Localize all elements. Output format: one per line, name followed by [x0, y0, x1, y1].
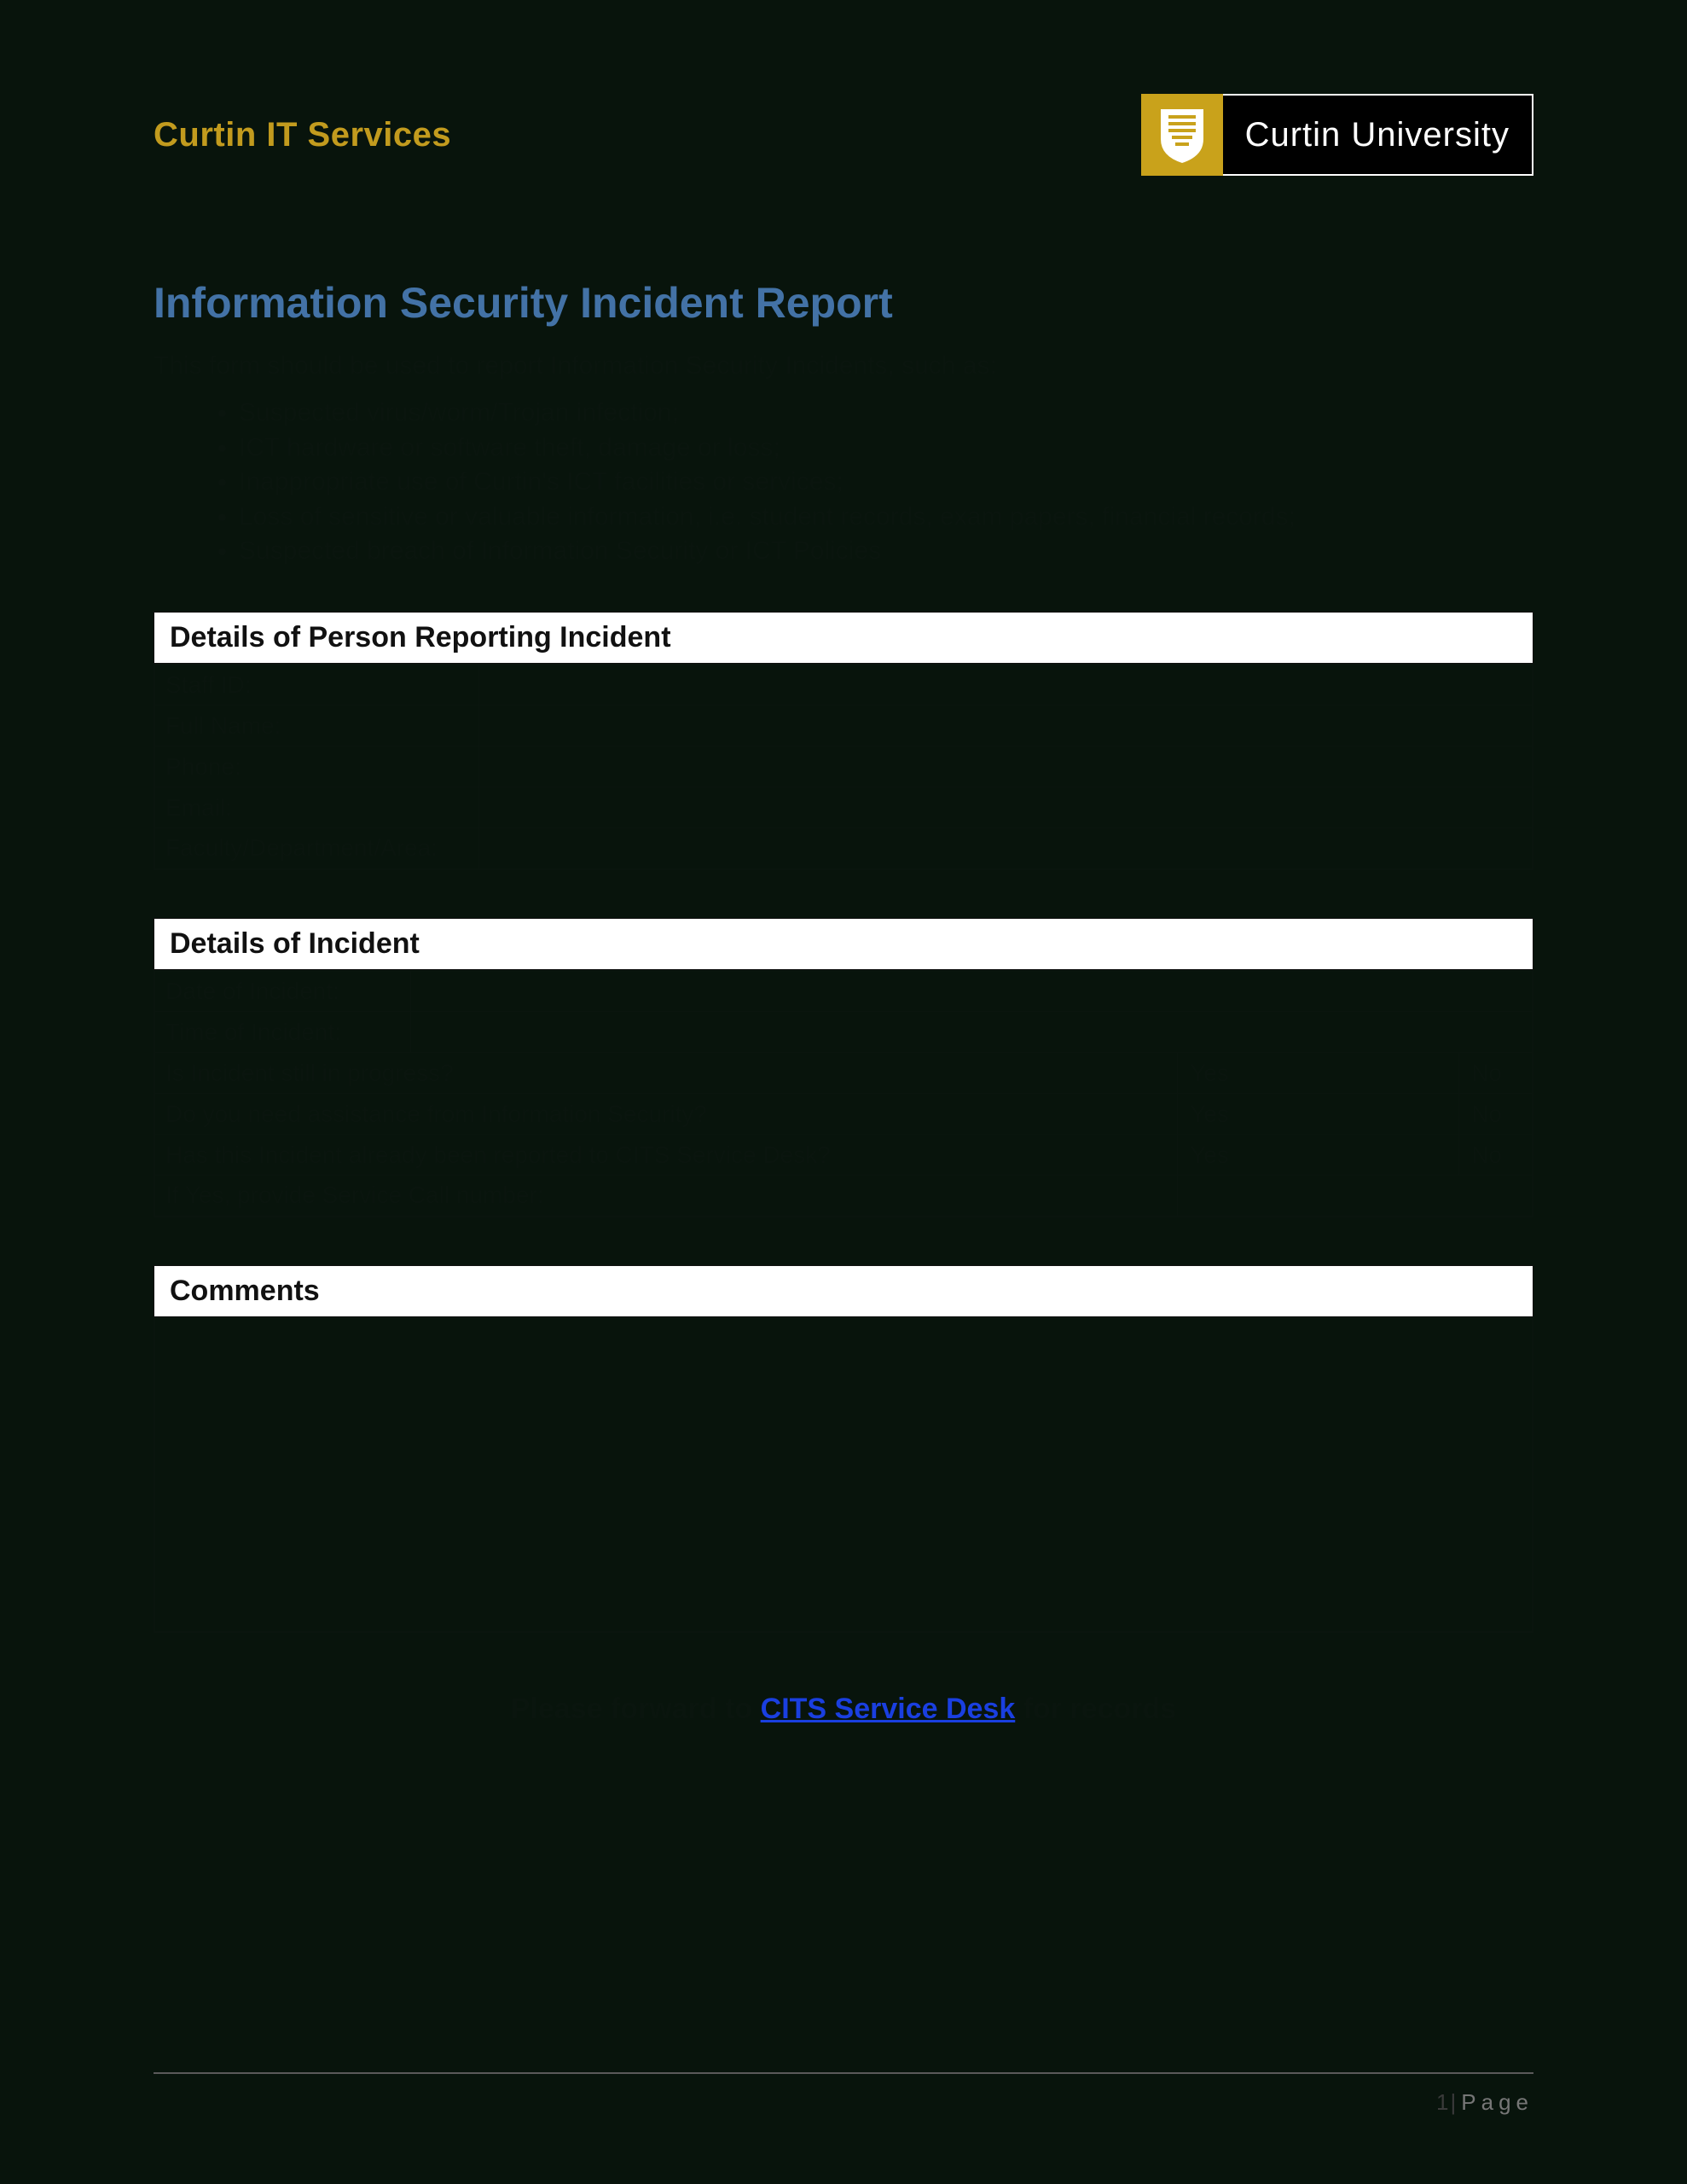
field-email[interactable]	[478, 787, 1533, 828]
reporter-table: Staff ID: Full Name: Phone: Email: Facul…	[154, 664, 1533, 870]
option-no[interactable]: No	[1459, 1053, 1533, 1094]
document-page: Curtin IT Services Curtin University Inf…	[0, 0, 1687, 2184]
table-row: Full Name:	[154, 706, 1533, 746]
table-row: Faculty/Department/Area:	[154, 828, 1533, 869]
document-title: Information Security Incident Report	[154, 278, 1533, 328]
crest-icon	[1141, 94, 1223, 176]
forward-instruction: Please forward to CITS Service Desk for …	[154, 1693, 1533, 1726]
table-row: Staff ID:	[154, 665, 1533, 706]
field-time[interactable]	[410, 1012, 1533, 1053]
field-faculty[interactable]	[478, 828, 1533, 869]
label-q-progress: Is Incident still in progress?	[154, 1053, 1178, 1094]
table-row: If Yes, provide Service Call number:	[154, 1176, 1533, 1217]
option-yes[interactable]: Yes	[1178, 1094, 1459, 1135]
page-footer: 1|Page	[154, 2072, 1533, 2116]
table-row: Time of Incident:	[154, 1012, 1533, 1053]
header-row: Curtin IT Services Curtin University	[154, 94, 1533, 176]
field-service-call[interactable]	[1178, 1176, 1533, 1217]
option-no[interactable]: No	[1459, 1094, 1533, 1135]
table-row: Email:	[154, 787, 1533, 828]
forward-suffix: for records	[1015, 1693, 1176, 1725]
label-time: Time of Incident:	[154, 1012, 410, 1053]
table-row: Is Incident still in progress? Yes No	[154, 1053, 1533, 1094]
intro-list: Suspected virus/worm/Trojan infection; I…	[154, 396, 1533, 569]
option-yes[interactable]: Yes	[1178, 1053, 1459, 1094]
list-item: Suspected breach of Information Security…	[239, 534, 1533, 569]
service-desk-link[interactable]: CITS Service Desk	[761, 1693, 1016, 1725]
section-header-incident: Details of Incident	[154, 918, 1533, 970]
incident-table: Date of Incident: Time of Incident: Is I…	[154, 970, 1533, 1217]
label-phone: Phone:	[154, 746, 478, 787]
field-staff-id[interactable]	[478, 665, 1533, 706]
list-item: ICT hardware or software theft, damage o…	[239, 431, 1533, 466]
page-number: 1|Page	[154, 2089, 1533, 2116]
university-name: Curtin University	[1223, 94, 1533, 176]
label-service-call: If Yes, provide Service Call number:	[154, 1176, 1178, 1217]
option-yes[interactable]: Yes	[1178, 1135, 1459, 1176]
list-item: Inappropriate use of Curtin's ICT facili…	[239, 465, 1533, 500]
field-phone[interactable]	[478, 746, 1533, 787]
list-item: Suspected virus/worm/Trojan infection;	[239, 396, 1533, 431]
forward-prefix: Please forward to	[511, 1693, 761, 1725]
label-q-assist: Do you need assistance from Information …	[154, 1094, 1178, 1135]
footer-rule	[154, 2072, 1533, 2074]
label-email: Email:	[154, 787, 478, 828]
table-row: Phone:	[154, 746, 1533, 787]
section-header-reporter: Details of Person Reporting Incident	[154, 612, 1533, 664]
table-row: Do you need assistance from Information …	[154, 1094, 1533, 1135]
label-full-name: Full Name:	[154, 706, 478, 746]
section-header-comments: Comments	[154, 1265, 1533, 1317]
field-full-name[interactable]	[478, 706, 1533, 746]
label-date: Date of Incident:	[154, 971, 410, 1012]
option-no[interactable]: No	[1459, 1135, 1533, 1176]
label-staff-id: Staff ID:	[154, 665, 478, 706]
department-title: Curtin IT Services	[154, 116, 451, 154]
field-date[interactable]	[410, 971, 1533, 1012]
university-logo: Curtin University	[1141, 94, 1533, 176]
label-faculty: Faculty/Department/Area:	[154, 828, 478, 869]
comments-field[interactable]	[154, 1317, 1533, 1633]
table-row: Date of Incident:	[154, 971, 1533, 1012]
list-item: Loss of sensitive or valuable informatio…	[239, 500, 1533, 535]
intro-text: This form should be used to report Infor…	[154, 351, 1533, 380]
table-row: Has this Incident already been reported …	[154, 1135, 1533, 1176]
label-q-reported: Has this Incident already been reported …	[154, 1135, 1178, 1176]
